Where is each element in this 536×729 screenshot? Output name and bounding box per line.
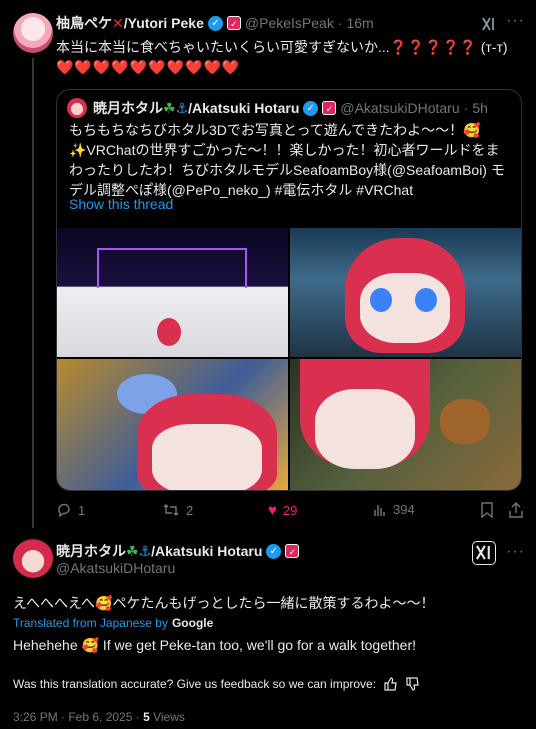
grok-button[interactable] [472,541,496,565]
avatar[interactable] [13,538,53,578]
character-face [152,424,262,490]
tweet-meta: 3:26 PM · Feb 6, 2025 · 5 Views [13,710,185,724]
views-count: 5 [143,710,150,724]
avatar[interactable] [13,13,53,53]
thread-line [32,58,34,528]
character-face [315,389,415,469]
photo-2[interactable] [290,228,521,357]
reply-button[interactable]: 1 [56,502,85,518]
reply-text-japanese: えへへへえへ🥰ペケたんもげっとしたら一緒に散策するわよ〜〜！ [13,595,435,611]
handle[interactable]: @AkatsukiDHotaru [340,100,459,116]
bookmark-icon[interactable] [480,502,494,518]
handle[interactable]: @PekeIsPeak [245,15,334,31]
translation-attribution[interactable]: Translated from Japanese by Google [13,616,213,630]
show-thread-link[interactable]: Show this thread [69,196,173,212]
more-options-icon[interactable]: ··· [506,543,525,561]
tweet-header: 柚鳥ペケ✕/Yutori Peke ✓ ✓ @PekeIsPeak · 16m [56,14,374,32]
photo-4[interactable] [290,359,521,490]
photo-1[interactable] [57,228,288,357]
grok-icon[interactable] [481,16,497,32]
reply-count: 1 [78,502,86,518]
timestamp[interactable]: 5h [472,100,488,116]
views-button[interactable]: 394 [373,502,415,517]
views-chart-icon [374,504,385,516]
action-bar: 1 2 ♥ 29 394 [56,502,526,522]
tweet-text: 本当に本当に食べちゃいたいくらい可愛すぎないか...❓❓❓❓❓ (т-т) ❤️… [56,37,526,77]
media-grid [57,228,521,490]
hearts-emoji: ❤️❤️❤️❤️❤️❤️❤️❤️❤️❤️ [56,59,241,75]
handle[interactable]: @AkatsukiDHotaru [56,560,175,576]
character [157,318,181,346]
separator-dot: · [337,15,343,31]
photo-3[interactable] [57,359,288,490]
reply-icon [58,503,70,518]
character-eye [415,288,437,312]
retweet-button[interactable]: 2 [162,502,193,518]
like-button[interactable]: ♥ 29 [268,502,297,519]
views-count: 394 [393,502,415,517]
cross-mark-icon: ✕ [112,15,124,31]
affiliate-badge-icon: ✓ [322,101,337,115]
reply-header: 暁月ホタル☘⚓/Akatsuki Hotaru ✓ ✓ [56,541,300,561]
affiliate-badge-icon: ✓ [285,544,300,558]
verified-badge-icon: ✓ [303,100,319,116]
anchor-icon: ⚓ [138,543,152,559]
quote-header: 暁月ホタル☘⚓/Akatsuki Hotaru ✓ ✓ @AkatsukiDHo… [93,98,488,118]
quote-text: もちもちなちびホタル3Dでお写真とって遊んできたわよ〜〜！🥰✨VRChatの世界… [69,122,505,198]
sprout-icon: ☘ [126,543,139,559]
display-name[interactable]: 暁月ホタル☘⚓/Akatsuki Hotaru [93,98,299,118]
like-count: 29 [282,503,298,518]
timestamp[interactable]: 16m [346,15,373,31]
verified-badge-icon: ✓ [207,15,223,31]
sprout-icon: ☘ [163,100,176,116]
reply-text-english: Hehehehe 🥰 If we get Peke-tan too, we'll… [13,637,416,653]
character-eye [370,288,392,312]
translated-from-label: Translated from Japanese by [13,616,168,630]
display-name[interactable]: 柚鳥ペケ✕/Yutori Peke [56,13,204,33]
share-icon[interactable] [508,502,524,518]
thumbs-up-icon[interactable] [384,677,398,691]
separator-dot: · [463,100,469,116]
translation-feedback: Was this translation accurate? Give us f… [13,677,420,691]
thumbs-down-icon[interactable] [406,677,420,691]
tweet-text-line: 本当に本当に食べちゃいたいくらい可愛すぎないか...❓❓❓❓❓ (т-т) [56,39,508,55]
display-name[interactable]: 暁月ホタル☘⚓/Akatsuki Hotaru [56,541,262,561]
heart-filled-icon: ♥ [268,502,277,519]
grok-icon [476,545,490,560]
retweet-count: 2 [186,502,194,518]
timestamp[interactable]: 3:26 PM · Feb 6, 2025 · [13,710,143,724]
quoted-tweet[interactable]: 暁月ホタル☘⚓/Akatsuki Hotaru ✓ ✓ @AkatsukiDHo… [56,89,522,491]
views-label: Views [149,710,185,724]
more-options-icon[interactable]: ··· [506,12,525,30]
verified-badge-icon: ✓ [266,543,282,559]
anchor-icon: ⚓ [175,100,189,116]
google-logo: Google [171,616,214,630]
feedback-prompt: Was this translation accurate? Give us f… [13,677,377,691]
affiliate-badge-icon: ✓ [226,16,241,30]
retweet-icon [163,504,179,516]
neon-frame [97,248,247,288]
shiba-dog [440,399,490,444]
avatar[interactable] [67,98,87,118]
